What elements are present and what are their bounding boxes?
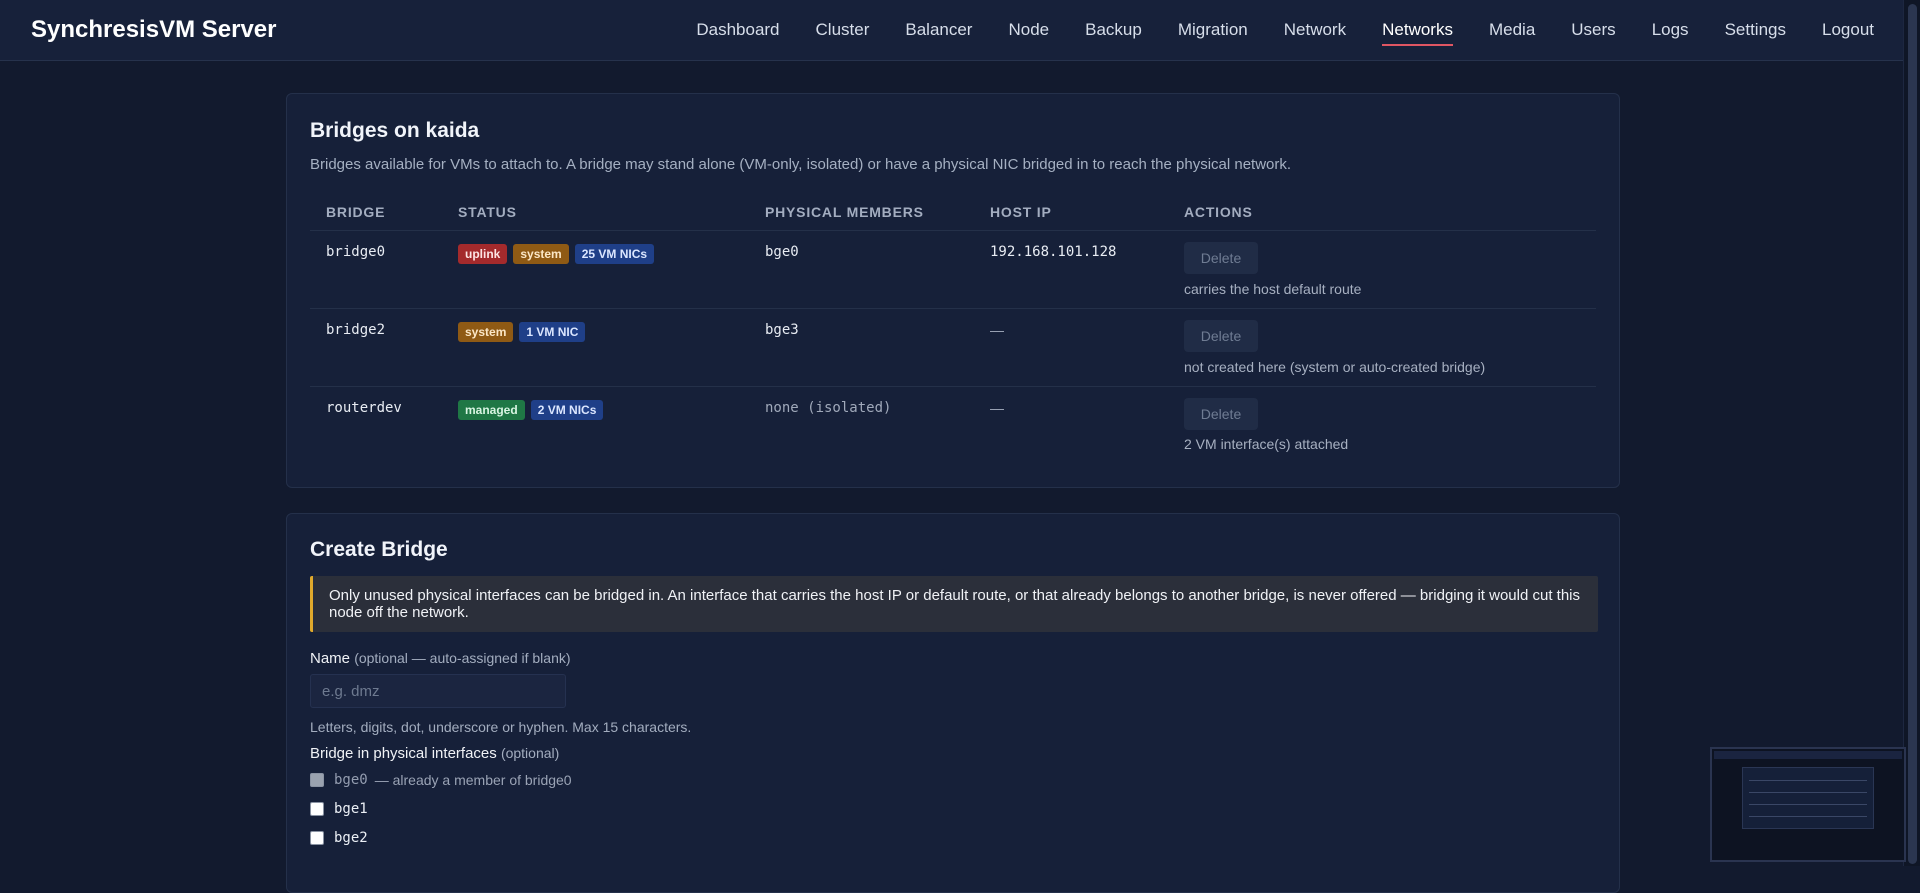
minimap-line (1749, 816, 1867, 817)
nav-settings[interactable]: Settings (1725, 12, 1786, 48)
nav-users[interactable]: Users (1571, 12, 1615, 48)
interface-name: bge0 (334, 772, 368, 788)
minimap-card (1742, 767, 1874, 829)
nav-logs[interactable]: Logs (1652, 12, 1689, 48)
scrollbar-thumb[interactable] (1908, 4, 1917, 864)
delete-button[interactable]: Delete (1184, 320, 1258, 352)
physical-members: bge3 (765, 322, 799, 338)
interface-name: bge1 (334, 801, 368, 817)
delete-button[interactable]: Delete (1184, 242, 1258, 274)
minimap-line (1749, 804, 1867, 805)
interface-option: bge1 (310, 801, 368, 817)
nav-migration[interactable]: Migration (1178, 12, 1248, 48)
nav-network[interactable]: Network (1284, 12, 1346, 48)
row-divider (310, 308, 1596, 309)
action-note: 2 VM interface(s) attached (1184, 436, 1349, 452)
column-header-members: PHYSICAL MEMBERS (765, 204, 924, 220)
physical-members: bge0 (765, 244, 799, 260)
delete-button[interactable]: Delete (1184, 398, 1258, 430)
interface-checkbox[interactable] (310, 802, 324, 816)
bridge-name: routerdev (326, 400, 402, 416)
row-divider (310, 230, 1596, 231)
name-label: Name (optional — auto-assigned if blank) (310, 650, 571, 667)
bridge-name-input[interactable] (310, 674, 566, 708)
minimap-thumbnail (1710, 747, 1906, 862)
physical-members: none (isolated) (765, 400, 892, 416)
name-help-text: Letters, digits, dot, underscore or hyph… (310, 719, 692, 735)
status-badge-vm-nics: 1 VM NIC (519, 322, 586, 342)
host-ip: — (990, 322, 1004, 338)
status-badge-managed: managed (458, 400, 525, 420)
action-note: carries the host default route (1184, 281, 1362, 297)
action-note: not created here (system or auto-created… (1184, 359, 1486, 375)
interface-option: bge2 (310, 830, 368, 846)
page-scrollbar[interactable] (1903, 0, 1920, 866)
app-title: SynchresisVM Server (31, 16, 277, 43)
interface-name: bge2 (334, 830, 368, 846)
interface-checkbox (310, 773, 324, 787)
interface-note: — already a member of bridge0 (374, 772, 572, 788)
main-nav: Dashboard Cluster Balancer Node Backup M… (660, 0, 1874, 60)
column-header-host-ip: HOST IP (990, 204, 1052, 220)
nav-networks[interactable]: Networks (1382, 12, 1453, 48)
nav-balancer[interactable]: Balancer (905, 12, 972, 48)
nav-logout[interactable]: Logout (1822, 12, 1874, 48)
interface-checkbox[interactable] (310, 831, 324, 845)
name-label-text: Name (310, 650, 351, 667)
column-header-status: STATUS (458, 204, 517, 220)
minimap-line (1749, 780, 1867, 781)
warning-alert-text: Only unused physical interfaces can be b… (329, 587, 1581, 621)
column-header-bridge: BRIDGE (326, 204, 386, 220)
minimap-line (1749, 792, 1867, 793)
nav-media[interactable]: Media (1489, 12, 1535, 48)
interface-option: bge0 — already a member of bridge0 (310, 772, 572, 788)
status-badge-vm-nics: 25 VM NICs (574, 244, 655, 264)
host-ip: 192.168.101.128 (990, 244, 1117, 260)
status-badge-vm-nics: 2 VM NICs (530, 400, 604, 420)
physical-interfaces-label: Bridge in physical interfaces (optional) (310, 745, 559, 762)
status-badges: uplink system 25 VM NICs (458, 244, 660, 264)
minimap-topbar (1714, 751, 1902, 759)
nav-backup[interactable]: Backup (1085, 12, 1142, 48)
bridges-card: Bridges on kaida Bridges available for V… (286, 93, 1620, 488)
bridge-name: bridge0 (326, 244, 386, 260)
bridges-description: Bridges available for VMs to attach to. … (310, 156, 1292, 173)
nav-node[interactable]: Node (1008, 12, 1049, 48)
top-navigation-bar: SynchresisVM Server Dashboard Cluster Ba… (0, 0, 1904, 61)
name-label-hint: (optional — auto-assigned if blank) (354, 650, 571, 666)
status-badges: system 1 VM NIC (458, 322, 591, 342)
physical-interfaces-label-hint: (optional) (500, 745, 560, 761)
physical-interfaces-label-text: Bridge in physical interfaces (310, 745, 497, 762)
column-header-actions: ACTIONS (1184, 204, 1253, 220)
host-ip: — (990, 400, 1004, 416)
create-bridge-card: Create Bridge Only unused physical inter… (286, 513, 1620, 893)
status-badge-uplink: uplink (458, 244, 508, 264)
bridges-title: Bridges on kaida (310, 119, 480, 142)
create-bridge-title: Create Bridge (310, 538, 448, 561)
bridge-name: bridge2 (326, 322, 386, 338)
warning-alert: Only unused physical interfaces can be b… (310, 576, 1598, 632)
nav-dashboard[interactable]: Dashboard (696, 12, 779, 48)
nav-cluster[interactable]: Cluster (816, 12, 870, 48)
row-divider (310, 386, 1596, 387)
status-badge-system: system (513, 244, 569, 264)
status-badge-system: system (458, 322, 514, 342)
status-badges: managed 2 VM NICs (458, 400, 609, 420)
